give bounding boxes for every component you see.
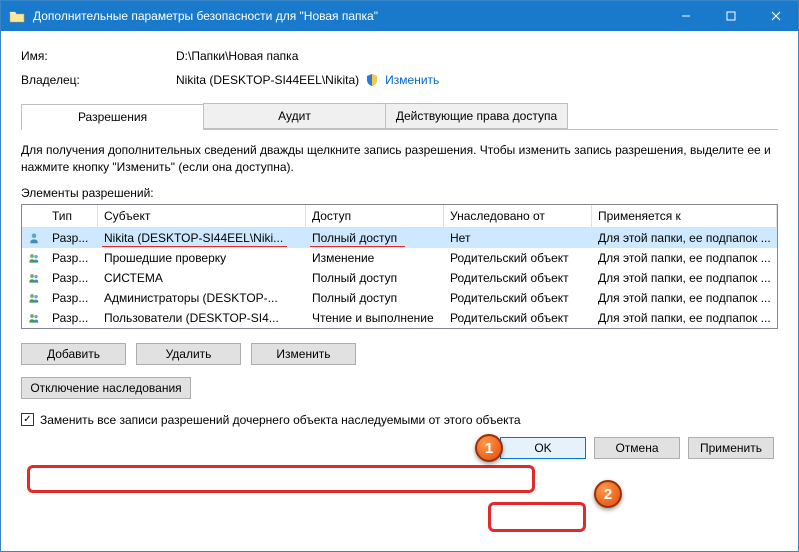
owner-value: Nikita (DESKTOP-SI44EEL\Nikita) bbox=[176, 73, 359, 87]
tab-effective[interactable]: Действующие права доступа bbox=[385, 103, 568, 129]
table-row[interactable]: Разр...Пользователи (DESKTOP-SI4...Чтени… bbox=[22, 308, 777, 328]
cell-access: Полный доступ bbox=[306, 229, 444, 247]
maximize-button[interactable] bbox=[708, 1, 753, 31]
table-row[interactable]: Разр...Nikita (DESKTOP-SI44EEL\Niki...По… bbox=[22, 228, 777, 248]
col-type[interactable]: Тип bbox=[46, 205, 98, 227]
annotation-marker-1: 1 bbox=[475, 434, 503, 462]
cell-access: Чтение и выполнение bbox=[306, 309, 444, 327]
cell-subject: СИСТЕМА bbox=[98, 269, 306, 287]
owner-label: Владелец: bbox=[21, 73, 176, 87]
table-row[interactable]: Разр...Прошедшие проверкуИзменениеРодите… bbox=[22, 248, 777, 268]
remove-button[interactable]: Удалить bbox=[136, 343, 241, 365]
cell-subject: Администраторы (DESKTOP-... bbox=[98, 289, 306, 307]
annotation-marker-2: 2 bbox=[594, 480, 622, 508]
table-row[interactable]: Разр...СИСТЕМАПолный доступРодительский … bbox=[22, 268, 777, 288]
change-owner-link[interactable]: Изменить bbox=[385, 73, 439, 87]
cell-type: Разр... bbox=[46, 269, 98, 287]
name-value: D:\Папки\Новая папка bbox=[176, 49, 298, 63]
cell-type: Разр... bbox=[46, 229, 98, 247]
cell-inherited: Родительский объект bbox=[444, 269, 592, 287]
cell-access: Полный доступ bbox=[306, 289, 444, 307]
grid-header: Тип Субъект Доступ Унаследовано от Приме… bbox=[22, 205, 777, 228]
table-row[interactable]: Разр...Администраторы (DESKTOP-...Полный… bbox=[22, 288, 777, 308]
ok-button[interactable]: OK bbox=[500, 437, 586, 459]
user-icon bbox=[22, 228, 46, 248]
name-label: Имя: bbox=[21, 49, 176, 63]
cell-inherited: Родительский объект bbox=[444, 249, 592, 267]
cell-applies: Для этой папки, ее подпапок ... bbox=[592, 229, 777, 247]
minimize-button[interactable] bbox=[663, 1, 708, 31]
user-icon bbox=[22, 268, 46, 288]
cell-subject: Nikita (DESKTOP-SI44EEL\Niki... bbox=[98, 229, 306, 247]
user-icon bbox=[22, 248, 46, 268]
close-button[interactable] bbox=[753, 1, 798, 31]
tabs: Разрешения Аудит Действующие права досту… bbox=[21, 103, 778, 130]
cancel-button[interactable]: Отмена bbox=[594, 437, 680, 459]
grid-subheader: Элементы разрешений: bbox=[21, 186, 778, 200]
help-text: Для получения дополнительных сведений дв… bbox=[21, 142, 778, 176]
cell-type: Разр... bbox=[46, 309, 98, 327]
folder-icon bbox=[9, 9, 25, 23]
cell-access: Изменение bbox=[306, 249, 444, 267]
tab-audit[interactable]: Аудит bbox=[203, 103, 386, 129]
col-access[interactable]: Доступ bbox=[306, 205, 444, 227]
cell-applies: Для этой папки, ее подпапок ... bbox=[592, 309, 777, 327]
user-icon bbox=[22, 288, 46, 308]
add-button[interactable]: Добавить bbox=[21, 343, 126, 365]
cell-type: Разр... bbox=[46, 289, 98, 307]
cell-access: Полный доступ bbox=[306, 269, 444, 287]
edit-button[interactable]: Изменить bbox=[251, 343, 356, 365]
replace-children-label: Заменить все записи разрешений дочернего… bbox=[40, 413, 521, 427]
shield-icon bbox=[365, 73, 379, 87]
replace-children-checkbox[interactable]: ✓ bbox=[21, 413, 34, 426]
cell-inherited: Родительский объект bbox=[444, 289, 592, 307]
permissions-grid: Тип Субъект Доступ Унаследовано от Приме… bbox=[21, 204, 778, 329]
cell-inherited: Нет bbox=[444, 229, 592, 247]
titlebar: Дополнительные параметры безопасности дл… bbox=[1, 1, 798, 31]
user-icon bbox=[22, 308, 46, 328]
cell-type: Разр... bbox=[46, 249, 98, 267]
cell-applies: Для этой папки, ее подпапок ... bbox=[592, 289, 777, 307]
cell-subject: Пользователи (DESKTOP-SI4... bbox=[98, 309, 306, 327]
cell-applies: Для этой папки, ее подпапок ... bbox=[592, 269, 777, 287]
cell-applies: Для этой папки, ее подпапок ... bbox=[592, 249, 777, 267]
cell-inherited: Родительский объект bbox=[444, 309, 592, 327]
col-subject[interactable]: Субъект bbox=[98, 205, 306, 227]
window-title: Дополнительные параметры безопасности дл… bbox=[33, 9, 663, 23]
tab-permissions[interactable]: Разрешения bbox=[21, 104, 204, 130]
cell-subject: Прошедшие проверку bbox=[98, 249, 306, 267]
apply-button[interactable]: Применить bbox=[688, 437, 774, 459]
disable-inheritance-button[interactable]: Отключение наследования bbox=[21, 377, 191, 399]
col-inherited[interactable]: Унаследовано от bbox=[444, 205, 592, 227]
col-applies[interactable]: Применяется к bbox=[592, 205, 777, 227]
